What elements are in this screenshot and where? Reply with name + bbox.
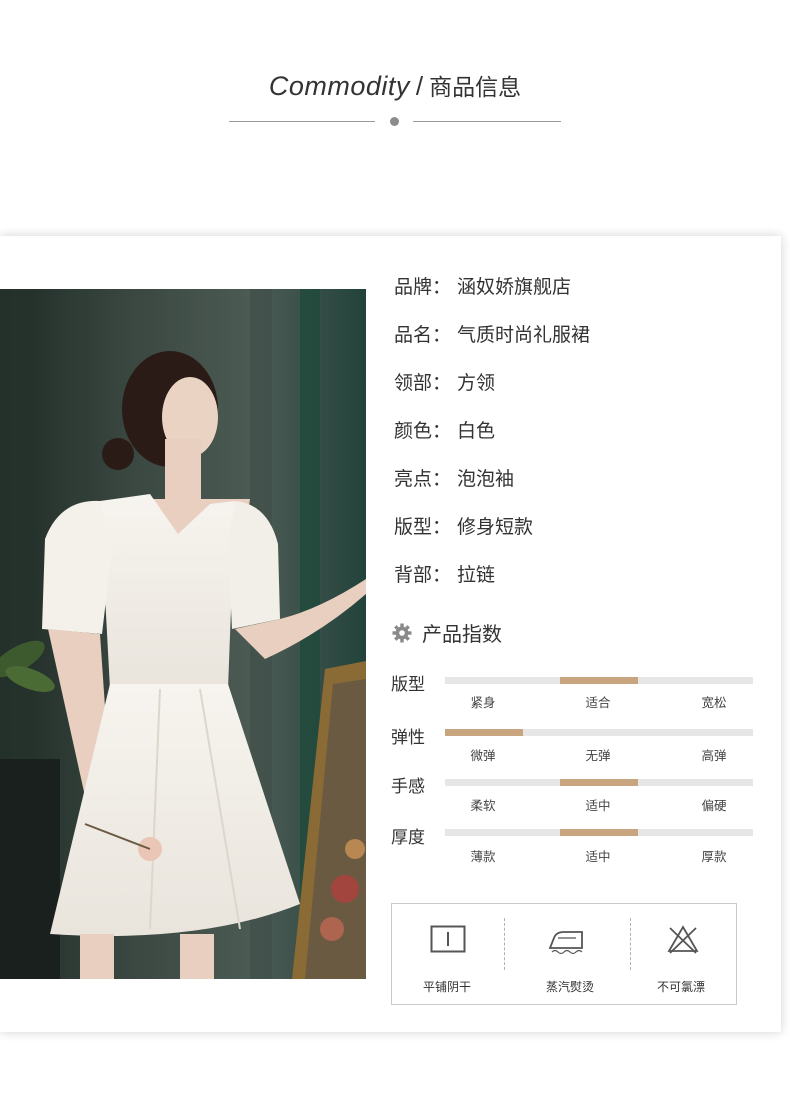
metric-option: 宽松 [701,695,727,710]
attr-value: 涵奴娇旗舰店 [457,276,572,298]
care-label-flat-dry: 平铺阴干 [422,980,471,994]
metric-bar-elasticity [445,729,753,736]
metric-bar-fit [445,677,753,684]
attr-label: 品牌： [394,276,452,298]
attr-value: 修身短款 [457,516,534,538]
metric-bar-touch [445,779,753,786]
attr-highlight: 亮点： 泡泡袖 [394,464,514,491]
care-divider [630,918,631,970]
attr-brand: 品牌： 涵奴娇旗舰店 [394,272,571,299]
metric-option: 高弹 [701,748,727,763]
metric-bar-fill [560,829,638,836]
attr-label: 品名： [394,324,452,346]
care-label-steam-iron: 蒸汽熨烫 [545,980,594,994]
metric-bar-thickness [445,829,753,836]
header-divider-right [413,121,561,122]
metric-option: 偏硬 [701,798,727,813]
attr-value: 白色 [457,420,496,442]
header-divider-left [229,121,375,122]
metric-bar-fill [560,677,638,684]
attr-label: 版型： [394,516,452,538]
metric-label-elasticity: 弹性 [391,728,425,748]
steam-iron-icon [546,926,588,960]
attr-value: 方领 [457,372,496,394]
metric-option: 微弹 [470,748,496,763]
no-bleach-icon [666,924,700,958]
title-english: Commodity [268,71,410,101]
attr-collar: 领部： 方领 [394,368,495,395]
attr-value: 拉链 [457,564,496,586]
metric-option: 无弹 [585,748,611,763]
metric-option: 薄款 [470,849,496,864]
attr-label: 颜色： [394,420,452,442]
title-separator: / [415,71,424,101]
attr-label: 亮点： [394,468,452,490]
title-chinese: 商品信息 [429,75,522,101]
metric-bar-fill [445,729,523,736]
metric-label-touch: 手感 [391,777,425,797]
attr-color: 颜色： 白色 [394,416,495,443]
attr-value: 泡泡袖 [457,468,515,490]
metric-option: 厚款 [701,849,727,864]
attr-back: 背部： 拉链 [394,560,495,587]
product-index-title-text: 产品指数 [422,622,502,646]
metric-label-thickness: 厚度 [391,828,425,848]
metric-option: 柔软 [470,798,496,813]
gear-icon [392,623,412,648]
care-divider [504,918,505,970]
care-label-no-bleach: 不可氯漂 [656,980,705,994]
flat-dry-icon [430,925,466,957]
attr-product-name: 品名： 气质时尚礼服裙 [394,320,590,347]
page-title: Commodity / 商品信息 [0,68,790,102]
attr-label: 领部： [394,372,452,394]
header-divider-dot [390,117,399,126]
metric-option: 适合 [585,695,611,710]
product-index-title: 产品指数 [392,618,502,648]
attr-label: 背部： [394,564,452,586]
metric-option: 适中 [585,798,611,813]
metric-label-fit: 版型 [391,675,425,695]
metric-bar-fill [560,779,638,786]
product-photo [0,289,366,979]
metric-option: 紧身 [470,695,496,710]
attr-value: 气质时尚礼服裙 [457,324,591,346]
metric-option: 适中 [585,849,611,864]
attr-fit: 版型： 修身短款 [394,512,533,539]
